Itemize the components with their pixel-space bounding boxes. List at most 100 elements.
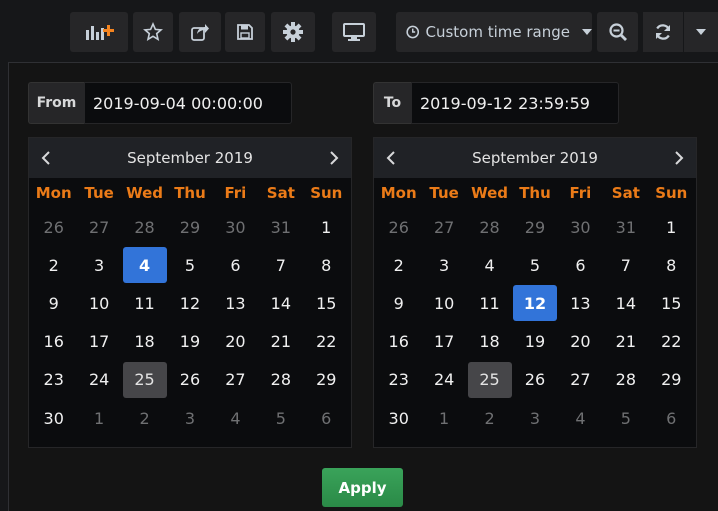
calendar-day[interactable]: 29 (649, 361, 694, 399)
calendar-day[interactable]: 30 (376, 399, 421, 437)
calendar-day[interactable]: 6 (649, 399, 694, 437)
calendar-day[interactable]: 15 (649, 284, 694, 322)
calendar-day[interactable]: 3 (167, 399, 212, 437)
calendar-day[interactable]: 23 (376, 361, 421, 399)
calendar-day[interactable]: 22 (304, 323, 349, 361)
calendar-day[interactable]: 11 (122, 284, 167, 322)
calendar-day[interactable]: 4 (558, 399, 603, 437)
calendar-day[interactable]: 16 (376, 323, 421, 361)
calendar-day[interactable]: 30 (213, 208, 258, 246)
calendar-day[interactable]: 6 (304, 399, 349, 437)
calendar-day[interactable]: 1 (649, 208, 694, 246)
calendar-day[interactable]: 28 (122, 208, 167, 246)
calendar-day[interactable]: 10 (421, 284, 466, 322)
calendar-day[interactable]: 31 (603, 208, 648, 246)
calendar-day[interactable]: 9 (31, 284, 76, 322)
calendar-day[interactable]: 22 (649, 323, 694, 361)
calendar-day[interactable]: 5 (258, 399, 303, 437)
calendar-day[interactable]: 12 (167, 284, 212, 322)
calendar-day[interactable]: 24 (76, 361, 121, 399)
calendar-day[interactable]: 15 (304, 284, 349, 322)
calendar-day[interactable]: 2 (376, 246, 421, 284)
calendar-day[interactable]: 30 (558, 208, 603, 246)
save-button[interactable] (225, 12, 265, 52)
apply-button[interactable]: Apply (322, 468, 403, 507)
calendar-day[interactable]: 23 (31, 361, 76, 399)
calendar-day[interactable]: 13 (213, 284, 258, 322)
calendar-day[interactable]: 3 (76, 246, 121, 284)
calendar-day[interactable]: 28 (467, 208, 512, 246)
calendar-day[interactable]: 16 (31, 323, 76, 361)
time-range-picker-button[interactable]: Custom time range (396, 12, 592, 52)
calendar-day[interactable]: 26 (167, 361, 212, 399)
chevron-left-icon[interactable] (384, 148, 398, 168)
calendar-day[interactable]: 17 (421, 323, 466, 361)
calendar-day[interactable]: 24 (421, 361, 466, 399)
calendar-day[interactable]: 5 (603, 399, 648, 437)
calendar-day[interactable]: 6 (558, 246, 603, 284)
chevron-left-icon[interactable] (39, 148, 53, 168)
calendar-day[interactable]: 31 (258, 208, 303, 246)
calendar-day[interactable]: 26 (31, 208, 76, 246)
calendar-day[interactable]: 28 (603, 361, 648, 399)
refresh-button[interactable] (643, 12, 683, 52)
calendar-day[interactable]: 30 (31, 399, 76, 437)
calendar-day[interactable]: 7 (603, 246, 648, 284)
calendar-day[interactable]: 4 (122, 246, 167, 284)
calendar-day[interactable]: 5 (512, 246, 557, 284)
calendar-day[interactable]: 6 (213, 246, 258, 284)
calendar-day[interactable]: 19 (167, 323, 212, 361)
calendar-day[interactable]: 21 (603, 323, 648, 361)
calendar-day[interactable]: 1 (76, 399, 121, 437)
tv-mode-button[interactable] (332, 12, 376, 52)
calendar-day[interactable]: 27 (558, 361, 603, 399)
calendar-day[interactable]: 29 (512, 208, 557, 246)
calendar-day[interactable]: 17 (76, 323, 121, 361)
calendar-day[interactable]: 11 (467, 284, 512, 322)
calendar-day[interactable]: 14 (258, 284, 303, 322)
zoom-out-button[interactable] (597, 12, 638, 52)
calendar-day[interactable]: 26 (376, 208, 421, 246)
calendar-day[interactable]: 3 (421, 246, 466, 284)
calendar-day[interactable]: 19 (512, 323, 557, 361)
calendar-day[interactable]: 2 (31, 246, 76, 284)
calendar-day[interactable]: 18 (122, 323, 167, 361)
calendar-day[interactable]: 27 (213, 361, 258, 399)
calendar-day[interactable]: 9 (376, 284, 421, 322)
calendar-day[interactable]: 2 (467, 399, 512, 437)
share-button[interactable] (179, 12, 221, 52)
calendar-day[interactable]: 13 (558, 284, 603, 322)
calendar-day[interactable]: 12 (512, 284, 557, 322)
calendar-day[interactable]: 25 (467, 361, 512, 399)
calendar-day[interactable]: 7 (258, 246, 303, 284)
to-input[interactable] (411, 82, 619, 124)
calendar-day[interactable]: 5 (167, 246, 212, 284)
calendar-day[interactable]: 29 (167, 208, 212, 246)
calendar-day[interactable]: 8 (649, 246, 694, 284)
calendar-day[interactable]: 21 (258, 323, 303, 361)
calendar-day[interactable]: 2 (122, 399, 167, 437)
calendar-day[interactable]: 26 (512, 361, 557, 399)
calendar-day[interactable]: 4 (213, 399, 258, 437)
calendar-day[interactable]: 3 (512, 399, 557, 437)
calendar-day[interactable]: 8 (304, 246, 349, 284)
calendar-day[interactable]: 25 (122, 361, 167, 399)
calendar-day[interactable]: 10 (76, 284, 121, 322)
calendar-day[interactable]: 28 (258, 361, 303, 399)
chevron-right-icon[interactable] (672, 148, 686, 168)
calendar-day[interactable]: 20 (213, 323, 258, 361)
calendar-day[interactable]: 4 (467, 246, 512, 284)
calendar-day[interactable]: 27 (76, 208, 121, 246)
calendar-day[interactable]: 27 (421, 208, 466, 246)
calendar-day[interactable]: 18 (467, 323, 512, 361)
add-panel-button[interactable] (70, 12, 128, 52)
calendar-day[interactable]: 20 (558, 323, 603, 361)
calendar-day[interactable]: 1 (304, 208, 349, 246)
star-button[interactable] (133, 12, 173, 52)
calendar-day[interactable]: 29 (304, 361, 349, 399)
calendar-day[interactable]: 14 (603, 284, 648, 322)
refresh-interval-dropdown[interactable] (684, 12, 718, 52)
calendar-day[interactable]: 1 (421, 399, 466, 437)
settings-button[interactable] (271, 12, 315, 52)
chevron-right-icon[interactable] (327, 148, 341, 168)
